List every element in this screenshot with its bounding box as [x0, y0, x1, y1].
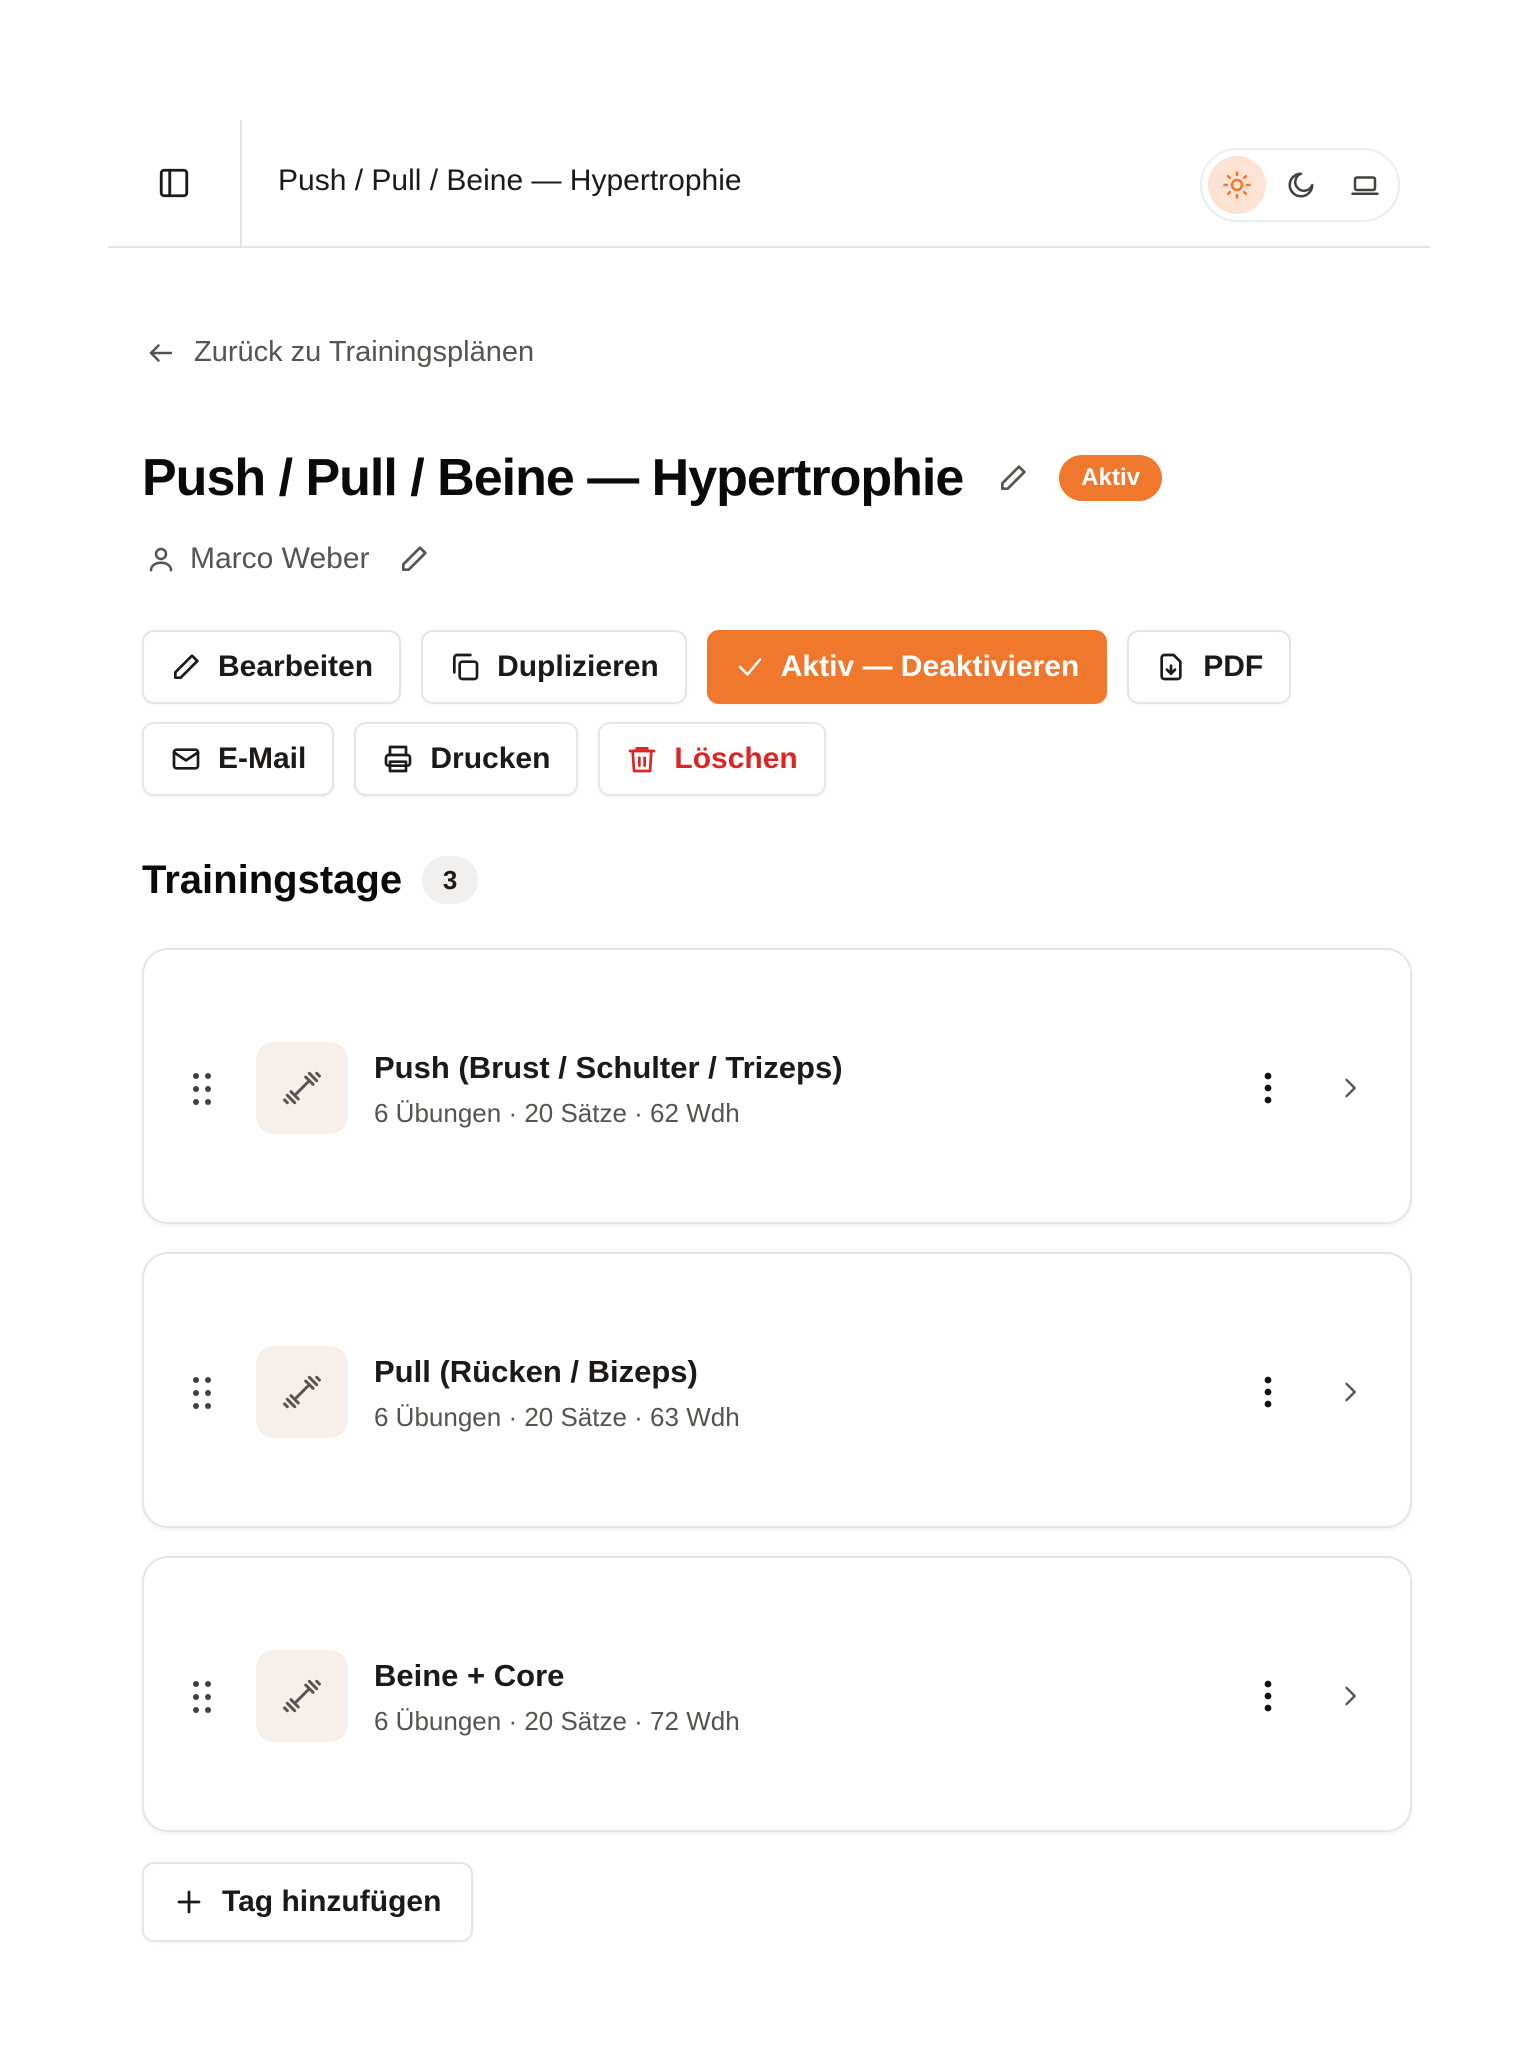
chevron-right-icon	[1336, 1682, 1364, 1710]
moon-icon	[1286, 170, 1316, 200]
day-meta: 6 Übungen · 20 Sätze · 62 Wdh	[374, 1098, 740, 1128]
theme-system-button[interactable]	[1336, 156, 1394, 214]
day-name: Pull (Rücken / Bizeps)	[374, 1354, 698, 1389]
more-vertical-icon	[1263, 1376, 1273, 1408]
add-day-button[interactable]: Tag hinzufügen	[142, 1862, 474, 1942]
mail-icon	[170, 743, 202, 775]
back-to-plans-link[interactable]: Zurück zu Trainingsplänen	[146, 336, 534, 369]
back-link-label: Zurück zu Trainingsplänen	[194, 336, 535, 368]
pdf-button[interactable]: PDF	[1127, 630, 1292, 704]
chevron-right-icon	[1336, 1378, 1364, 1406]
laptop-icon	[1350, 170, 1380, 200]
day-menu-button[interactable]	[1248, 1368, 1288, 1416]
toggle-active-label: Aktiv — Deaktivieren	[780, 650, 1080, 683]
edit-button-label: Bearbeiten	[218, 650, 374, 683]
add-day-label: Tag hinzufügen	[222, 1885, 442, 1918]
theme-dark-button[interactable]	[1272, 156, 1330, 214]
print-button-label: Drucken	[430, 742, 551, 775]
open-day-button[interactable]	[1330, 1676, 1370, 1716]
training-day-card[interactable]: Pull (Rücken / Bizeps) 6 Übungen · 20 Sä…	[142, 1252, 1412, 1528]
plan-title-row: Push / Pull / Beine — Hypertrophie Aktiv	[142, 448, 1162, 508]
arrow-left-icon	[146, 338, 176, 368]
edit-button[interactable]: Bearbeiten	[142, 630, 402, 704]
day-meta: 6 Übungen · 20 Sätze · 72 Wdh	[374, 1706, 740, 1736]
plus-icon	[174, 1887, 204, 1917]
sidebar-toggle-button[interactable]	[108, 120, 242, 246]
day-count-badge: 3	[422, 856, 479, 904]
file-download-icon	[1155, 651, 1187, 683]
toggle-active-button[interactable]: Aktiv — Deaktivieren	[706, 630, 1108, 704]
training-days-header: Trainingstage 3	[142, 856, 479, 904]
open-day-button[interactable]	[1330, 1372, 1370, 1412]
duplicate-button[interactable]: Duplizieren	[421, 630, 687, 704]
theme-light-button[interactable]	[1208, 156, 1266, 214]
top-bar: Push / Pull / Beine — Hypertrophie	[108, 120, 1430, 248]
dumbbell-icon	[280, 1066, 324, 1110]
delete-button-label: Löschen	[674, 742, 798, 775]
day-name: Beine + Core	[374, 1658, 565, 1693]
printer-icon	[382, 743, 414, 775]
sun-icon	[1222, 170, 1252, 200]
email-button[interactable]: E-Mail	[142, 722, 335, 796]
drag-handle-icon[interactable]	[192, 1376, 212, 1410]
training-day-card[interactable]: Beine + Core 6 Übungen · 20 Sätze · 72 W…	[142, 1556, 1412, 1832]
print-button[interactable]: Drucken	[354, 722, 579, 796]
user-icon	[146, 544, 176, 574]
day-icon-box	[256, 1346, 348, 1438]
header-title: Push / Pull / Beine — Hypertrophie	[278, 164, 742, 197]
edit-owner-button[interactable]	[398, 543, 430, 575]
trash-icon	[626, 743, 658, 775]
check-icon	[735, 652, 765, 682]
training-day-card[interactable]: Push (Brust / Schulter / Trizeps) 6 Übun…	[142, 948, 1412, 1224]
day-meta: 6 Übungen · 20 Sätze · 63 Wdh	[374, 1402, 740, 1432]
email-button-label: E-Mail	[218, 742, 307, 775]
day-menu-button[interactable]	[1248, 1064, 1288, 1112]
theme-switcher	[1200, 148, 1400, 222]
pencil-icon	[170, 651, 202, 683]
panel-left-icon	[157, 166, 191, 200]
day-icon-box	[256, 1042, 348, 1134]
day-name: Push (Brust / Schulter / Trizeps)	[374, 1050, 843, 1085]
status-badge: Aktiv	[1059, 455, 1162, 501]
section-title: Trainingstage	[142, 857, 403, 902]
owner-row: Marco Weber	[146, 542, 430, 576]
page-title: Push / Pull / Beine — Hypertrophie	[142, 449, 964, 507]
day-menu-button[interactable]	[1248, 1672, 1288, 1720]
delete-button[interactable]: Löschen	[598, 722, 826, 796]
duplicate-button-label: Duplizieren	[497, 650, 659, 683]
drag-handle-icon[interactable]	[192, 1680, 212, 1714]
pdf-button-label: PDF	[1203, 650, 1264, 683]
training-day-list: Push (Brust / Schulter / Trizeps) 6 Übun…	[142, 948, 1412, 1860]
edit-title-button[interactable]	[997, 462, 1029, 494]
drag-handle-icon[interactable]	[192, 1072, 212, 1106]
dumbbell-icon	[280, 1370, 324, 1414]
pencil-icon	[997, 462, 1029, 494]
dumbbell-icon	[280, 1674, 324, 1718]
more-vertical-icon	[1263, 1072, 1273, 1104]
pencil-icon	[398, 543, 430, 575]
chevron-right-icon	[1336, 1074, 1364, 1102]
copy-icon	[449, 651, 481, 683]
plan-actions: Bearbeiten Duplizieren Aktiv — Deaktivie…	[142, 630, 1392, 814]
day-icon-box	[256, 1650, 348, 1742]
owner-name: Marco Weber	[190, 542, 370, 575]
more-vertical-icon	[1263, 1680, 1273, 1712]
open-day-button[interactable]	[1330, 1068, 1370, 1108]
